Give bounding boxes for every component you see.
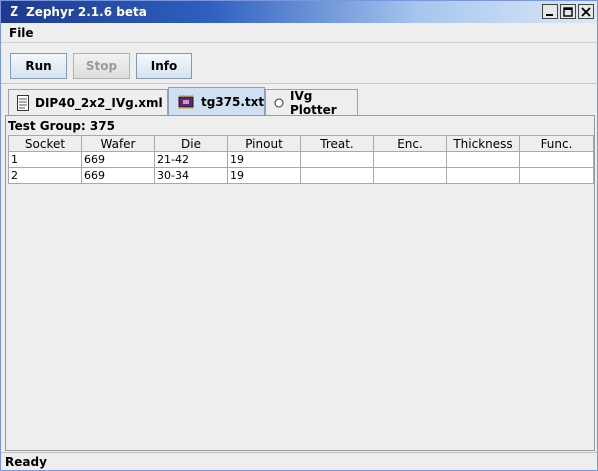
cell-die[interactable]: 30-34 xyxy=(154,167,228,184)
info-button[interactable]: Info xyxy=(136,53,192,79)
test-group-label: Test Group: 375 xyxy=(8,119,115,133)
document-icon xyxy=(17,94,29,111)
cell-wafer[interactable]: 669 xyxy=(81,167,155,184)
cell-treat[interactable] xyxy=(300,167,374,184)
cell-die[interactable]: 21-42 xyxy=(154,151,228,168)
cell-enc[interactable] xyxy=(373,167,447,184)
test-group-table: Socket Wafer Die Pinout Treat. Enc. Thic… xyxy=(8,135,594,184)
minimize-button[interactable] xyxy=(542,4,558,19)
cell-func[interactable] xyxy=(519,151,594,168)
cell-socket[interactable]: 1 xyxy=(8,151,82,168)
cell-thickness[interactable] xyxy=(446,151,520,168)
tab-label: IVg Plotter xyxy=(290,88,337,117)
maximize-icon xyxy=(563,6,573,17)
toolbar: Run Stop Info xyxy=(1,44,597,84)
cell-pinout[interactable]: 19 xyxy=(227,167,301,184)
cell-enc[interactable] xyxy=(373,151,447,168)
tab-label: DIP40_2x2_IVg.xml xyxy=(35,95,163,110)
cell-func[interactable] xyxy=(519,167,594,184)
close-icon xyxy=(581,6,591,17)
status-bar: Ready xyxy=(1,452,597,470)
column-header-func[interactable]: Func. xyxy=(519,135,594,152)
tab-tg375-txt[interactable]: tg375.txt xyxy=(168,87,265,115)
tab-content-panel: Test Group: 375 Socket Wafer Die Pinout … xyxy=(5,115,595,451)
cell-thickness[interactable] xyxy=(446,167,520,184)
stop-button[interactable]: Stop xyxy=(73,53,130,79)
column-header-enc[interactable]: Enc. xyxy=(373,135,447,152)
column-header-wafer[interactable]: Wafer xyxy=(81,135,155,152)
app-window: Z Zephyr 2.1.6 beta File Run Stop Info D… xyxy=(0,0,598,471)
close-button[interactable] xyxy=(578,4,594,19)
table-row[interactable]: 1 669 21-42 19 xyxy=(8,151,594,168)
cell-socket[interactable]: 2 xyxy=(8,167,82,184)
radio-circle-icon xyxy=(274,98,284,108)
window-title: Zephyr 2.1.6 beta xyxy=(26,5,147,19)
window-controls xyxy=(542,4,594,19)
cell-wafer[interactable]: 669 xyxy=(81,151,155,168)
column-header-thickness[interactable]: Thickness xyxy=(446,135,520,152)
menu-file[interactable]: File xyxy=(1,26,42,40)
title-bar[interactable]: Z Zephyr 2.1.6 beta xyxy=(1,1,597,23)
app-logo-icon: Z xyxy=(10,4,18,20)
table-header-row: Socket Wafer Die Pinout Treat. Enc. Thic… xyxy=(8,135,594,152)
menu-bar: File xyxy=(1,23,597,43)
cell-treat[interactable] xyxy=(300,151,374,168)
chip-icon xyxy=(177,94,195,109)
minimize-icon xyxy=(546,13,553,16)
column-header-treat[interactable]: Treat. xyxy=(300,135,374,152)
status-text: Ready xyxy=(5,454,47,469)
tab-label: tg375.txt xyxy=(201,94,265,109)
tab-ivg-plotter[interactable]: IVg Plotter xyxy=(265,88,358,117)
column-header-socket[interactable]: Socket xyxy=(8,135,82,152)
cell-pinout[interactable]: 19 xyxy=(227,151,301,168)
table-row[interactable]: 2 669 30-34 19 xyxy=(8,167,594,184)
column-header-pinout[interactable]: Pinout xyxy=(227,135,301,152)
run-button[interactable]: Run xyxy=(10,53,67,79)
maximize-button[interactable] xyxy=(560,4,576,19)
column-header-die[interactable]: Die xyxy=(154,135,228,152)
tab-strip: DIP40_2x2_IVg.xml tg375.txt IVg Plotter xyxy=(1,85,597,117)
tab-dip40-xml[interactable]: DIP40_2x2_IVg.xml xyxy=(8,89,168,115)
